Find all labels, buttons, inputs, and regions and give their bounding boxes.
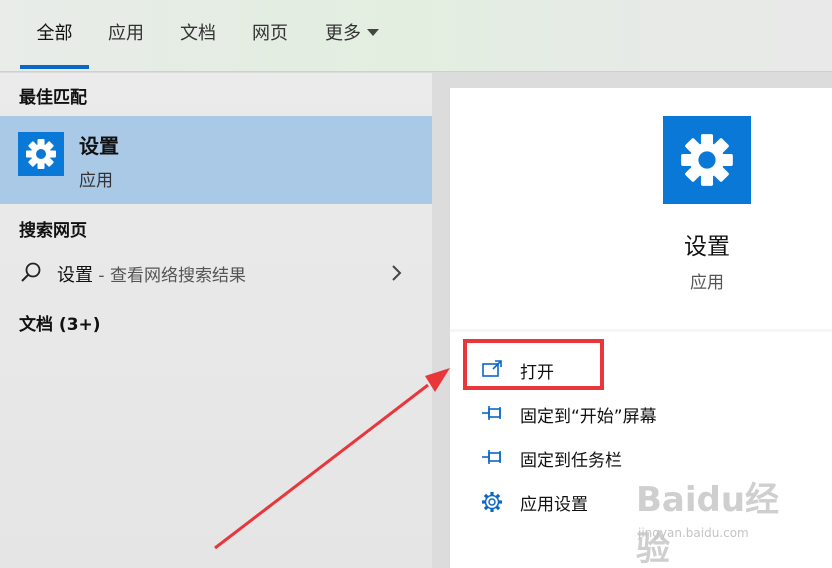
watermark-url: jingyan.baidu.com [638, 526, 749, 540]
watermark-brand: Baidu经验 [636, 480, 780, 568]
baidu-watermark: Baidu经验 jingyan.baidu.com [636, 472, 806, 568]
